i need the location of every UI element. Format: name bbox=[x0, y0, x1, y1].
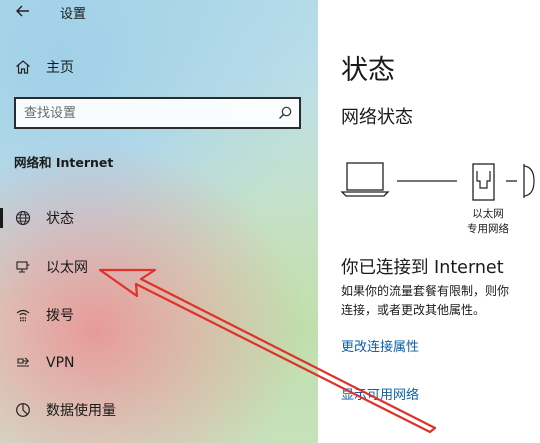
show-available-networks-link[interactable]: 显示可用网络 bbox=[341, 384, 419, 403]
search-icon[interactable] bbox=[271, 99, 299, 127]
nav-item-ethernet-label: 以太网 bbox=[46, 260, 88, 276]
home-icon bbox=[14, 58, 32, 76]
nav-item-dialup-label: 拨号 bbox=[46, 308, 74, 324]
window-title: 设置 bbox=[60, 7, 87, 22]
network-status-heading: 网络状态 bbox=[341, 107, 413, 128]
ethernet-port-icon bbox=[472, 163, 495, 201]
ethernet-label-line2: 专用网络 bbox=[467, 223, 509, 235]
change-connection-properties-link[interactable]: 更改连接属性 bbox=[341, 336, 419, 355]
data-usage-icon bbox=[14, 401, 32, 419]
back-button[interactable] bbox=[8, 0, 38, 22]
nav-item-vpn[interactable]: VPN bbox=[0, 345, 318, 381]
nav-item-data-usage-label: 数据使用量 bbox=[46, 403, 116, 419]
globe-icon bbox=[14, 209, 32, 227]
nav-item-vpn-label: VPN bbox=[46, 355, 75, 371]
dialup-icon bbox=[14, 306, 32, 324]
vpn-icon bbox=[14, 354, 32, 372]
back-arrow-icon bbox=[16, 5, 29, 17]
nav-item-data-usage[interactable]: 数据使用量 bbox=[0, 392, 318, 428]
status-description-line2: 连接，或者更改其他属性。 bbox=[341, 303, 486, 317]
status-description: 如果你的流量套餐有限制，则你 连接，或者更改其他属性。 bbox=[341, 282, 540, 320]
nav-item-status-label: 状态 bbox=[46, 211, 74, 227]
content-pane: 状态 网络状态 以太网 专用网络 你已连接到 Internet 如果你的流量套餐… bbox=[318, 0, 540, 443]
search-input[interactable] bbox=[16, 99, 271, 127]
ethernet-device-label: 以太网 专用网络 bbox=[458, 207, 518, 237]
globe-icon bbox=[523, 164, 535, 198]
ethernet-label-line1: 以太网 bbox=[472, 208, 504, 220]
ethernet-icon bbox=[14, 258, 32, 276]
page-title: 状态 bbox=[341, 55, 395, 86]
nav-item-ethernet[interactable]: 以太网 bbox=[0, 249, 318, 285]
status-description-line1: 如果你的流量套餐有限制，则你 bbox=[341, 284, 510, 298]
connection-status-text: 你已连接到 Internet bbox=[341, 258, 504, 278]
laptop-icon bbox=[340, 162, 390, 197]
nav-section-title: 网络和 Internet bbox=[14, 155, 114, 170]
nav-pane: 设置 主页 网络和 Internet 状态 bbox=[0, 0, 318, 443]
nav-item-status[interactable]: 状态 bbox=[0, 200, 318, 236]
search-box[interactable] bbox=[14, 97, 301, 129]
nav-item-dialup[interactable]: 拨号 bbox=[0, 297, 318, 333]
nav-item-home[interactable]: 主页 bbox=[0, 49, 318, 85]
nav-item-home-label: 主页 bbox=[46, 60, 74, 76]
